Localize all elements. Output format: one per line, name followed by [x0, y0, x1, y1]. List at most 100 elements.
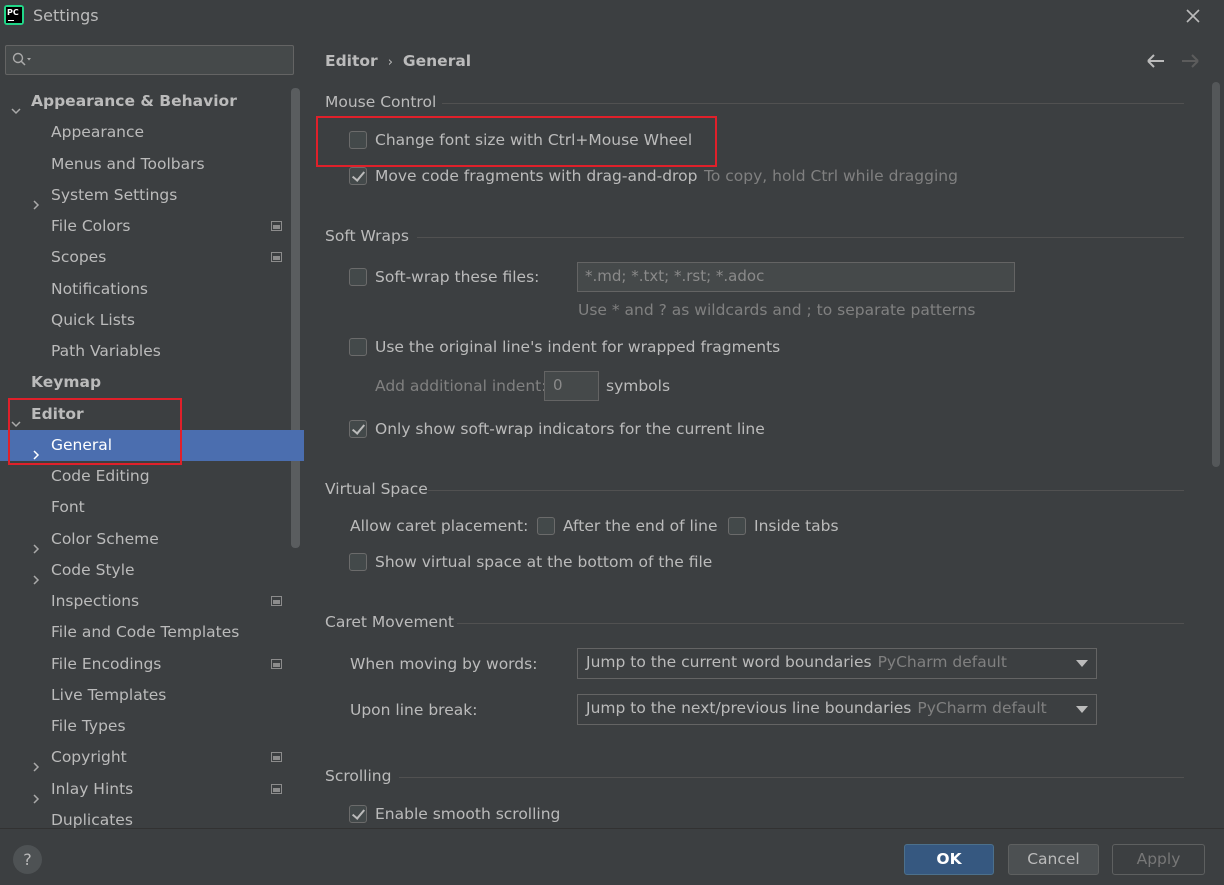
moving-by-words-label: When moving by words: [350, 655, 538, 673]
section-divider [428, 490, 1184, 491]
project-scope-icon [271, 784, 282, 794]
breadcrumb-separator: › [387, 55, 393, 70]
sidebar-item-label: Live Templates [51, 686, 167, 704]
sidebar-item-label: System Settings [51, 186, 178, 204]
chevron-right-icon[interactable] [31, 190, 41, 210]
sidebar-item-appearance-behavior[interactable]: Appearance & Behavior [0, 86, 304, 117]
sidebar-item-color-scheme[interactable]: Color Scheme [0, 524, 304, 555]
inside-tabs-checkbox[interactable] [728, 517, 746, 535]
sidebar-item-label: Appearance & Behavior [31, 92, 237, 110]
sidebar-item-file-and-code-templates[interactable]: File and Code Templates [0, 617, 304, 648]
inside-tabs-label[interactable]: Inside tabs [754, 517, 839, 535]
sidebar-item-file-colors[interactable]: File Colors [0, 211, 304, 242]
forward-arrow-icon [1180, 52, 1200, 70]
sidebar-item-font[interactable]: Font [0, 492, 304, 523]
sidebar-item-live-templates[interactable]: Live Templates [0, 680, 304, 711]
sidebar-item-label: Quick Lists [51, 311, 135, 329]
show-virtual-space-label[interactable]: Show virtual space at the bottom of the … [375, 553, 712, 571]
moving-by-words-value: Jump to the current word boundaries [586, 653, 872, 671]
sidebar-item-appearance[interactable]: Appearance [0, 117, 304, 148]
section-soft-wraps-title: Soft Wraps [325, 227, 409, 245]
moving-by-words-default-tag: PyCharm default [877, 653, 1007, 671]
soft-wrap-files-checkbox[interactable] [349, 268, 367, 286]
sidebar-item-file-types[interactable]: File Types [0, 711, 304, 742]
additional-indent-label: Add additional indent: [375, 377, 547, 395]
sidebar-item-code-editing[interactable]: Code Editing [0, 461, 304, 492]
additional-indent-suffix: symbols [606, 377, 671, 395]
smooth-scrolling-label[interactable]: Enable smooth scrolling [375, 805, 560, 823]
project-scope-icon [271, 252, 282, 262]
move-code-label[interactable]: Move code fragments with drag-and-drop [375, 167, 697, 185]
sidebar-item-label: Inspections [51, 592, 140, 610]
sidebar-item-label: Keymap [31, 373, 102, 391]
dialog-footer: ? OK Cancel Apply [0, 828, 1224, 885]
chevron-right-icon[interactable] [31, 565, 41, 585]
breadcrumb-current: General [402, 52, 472, 70]
ok-button[interactable]: OK [904, 844, 994, 875]
pycharm-app-icon: PC [4, 5, 24, 25]
cancel-button[interactable]: Cancel [1008, 844, 1099, 875]
section-divider [417, 237, 1184, 238]
soft-wrap-files-label[interactable]: Soft-wrap these files: [375, 268, 539, 286]
app-icon-text: PC [7, 8, 19, 17]
line-break-default-tag: PyCharm default [917, 699, 1047, 717]
after-end-of-line-label[interactable]: After the end of line [563, 517, 717, 535]
sidebar-item-label: Font [51, 498, 85, 516]
back-arrow-icon[interactable] [1146, 52, 1166, 70]
chevron-right-icon[interactable] [31, 752, 41, 772]
window-title: Settings [33, 6, 99, 25]
sidebar-item-quick-lists[interactable]: Quick Lists [0, 305, 304, 336]
line-break-label: Upon line break: [350, 701, 478, 719]
chevron-right-icon[interactable] [31, 534, 41, 554]
after-end-of-line-checkbox[interactable] [537, 517, 555, 535]
sidebar-item-file-encodings[interactable]: File Encodings [0, 649, 304, 680]
breadcrumb-parent[interactable]: Editor [325, 52, 378, 70]
sidebar-item-system-settings[interactable]: System Settings [0, 180, 304, 211]
sidebar-item-notifications[interactable]: Notifications [0, 274, 304, 305]
move-code-hint: To copy, hold Ctrl while dragging [704, 167, 958, 185]
sidebar-item-code-style[interactable]: Code Style [0, 555, 304, 586]
only-current-line-label[interactable]: Only show soft-wrap indicators for the c… [375, 420, 765, 438]
main-scrollbar[interactable] [1212, 82, 1220, 467]
additional-indent-input[interactable]: 0 [544, 371, 599, 401]
sidebar-item-label: Path Variables [51, 342, 161, 360]
section-caret-movement-title: Caret Movement [325, 613, 454, 631]
chevron-right-icon[interactable] [31, 784, 41, 804]
highlight-box-change-font-size [316, 116, 717, 167]
original-indent-label[interactable]: Use the original line's indent for wrapp… [375, 338, 780, 356]
project-scope-icon [271, 659, 282, 669]
soft-wrap-patterns-hint: Use * and ? as wildcards and ; to separa… [578, 301, 976, 319]
sidebar-item-path-variables[interactable]: Path Variables [0, 336, 304, 367]
title-bar: PC Settings [0, 0, 1224, 32]
apply-button[interactable]: Apply [1112, 844, 1205, 875]
sidebar-item-copyright[interactable]: Copyright [0, 742, 304, 773]
chevron-down-icon[interactable] [11, 96, 21, 115]
original-indent-checkbox[interactable] [349, 338, 367, 356]
sidebar-item-duplicates[interactable]: Duplicates [0, 805, 304, 828]
sidebar-item-label: Notifications [51, 280, 149, 298]
sidebar-item-keymap[interactable]: Keymap [0, 367, 304, 398]
sidebar-item-label: Copyright [51, 748, 127, 766]
line-break-select[interactable]: Jump to the next/previous line boundarie… [577, 694, 1097, 725]
project-scope-icon [271, 221, 282, 231]
move-code-checkbox[interactable] [349, 167, 367, 185]
sidebar-item-menus-and-toolbars[interactable]: Menus and Toolbars [0, 149, 304, 180]
close-icon[interactable] [1182, 5, 1204, 27]
caret-placement-label: Allow caret placement: [350, 517, 529, 535]
section-virtual-space-title: Virtual Space [325, 480, 428, 498]
dropdown-arrow-icon [1076, 660, 1088, 667]
sidebar-item-inlay-hints[interactable]: Inlay Hints [0, 774, 304, 805]
help-button[interactable]: ? [13, 845, 42, 874]
smooth-scrolling-checkbox[interactable] [349, 805, 367, 823]
search-icon [12, 52, 34, 68]
project-scope-icon [271, 752, 282, 762]
search-input[interactable] [5, 45, 294, 75]
moving-by-words-select[interactable]: Jump to the current word boundaries PyCha… [577, 648, 1097, 679]
section-mouse-control-title: Mouse Control [325, 93, 437, 111]
only-current-line-checkbox[interactable] [349, 420, 367, 438]
sidebar-item-label: Code Editing [51, 467, 150, 485]
soft-wrap-patterns-input[interactable]: *.md; *.txt; *.rst; *.adoc [577, 262, 1015, 292]
sidebar-item-scopes[interactable]: Scopes [0, 242, 304, 273]
sidebar-item-inspections[interactable]: Inspections [0, 586, 304, 617]
show-virtual-space-checkbox[interactable] [349, 553, 367, 571]
